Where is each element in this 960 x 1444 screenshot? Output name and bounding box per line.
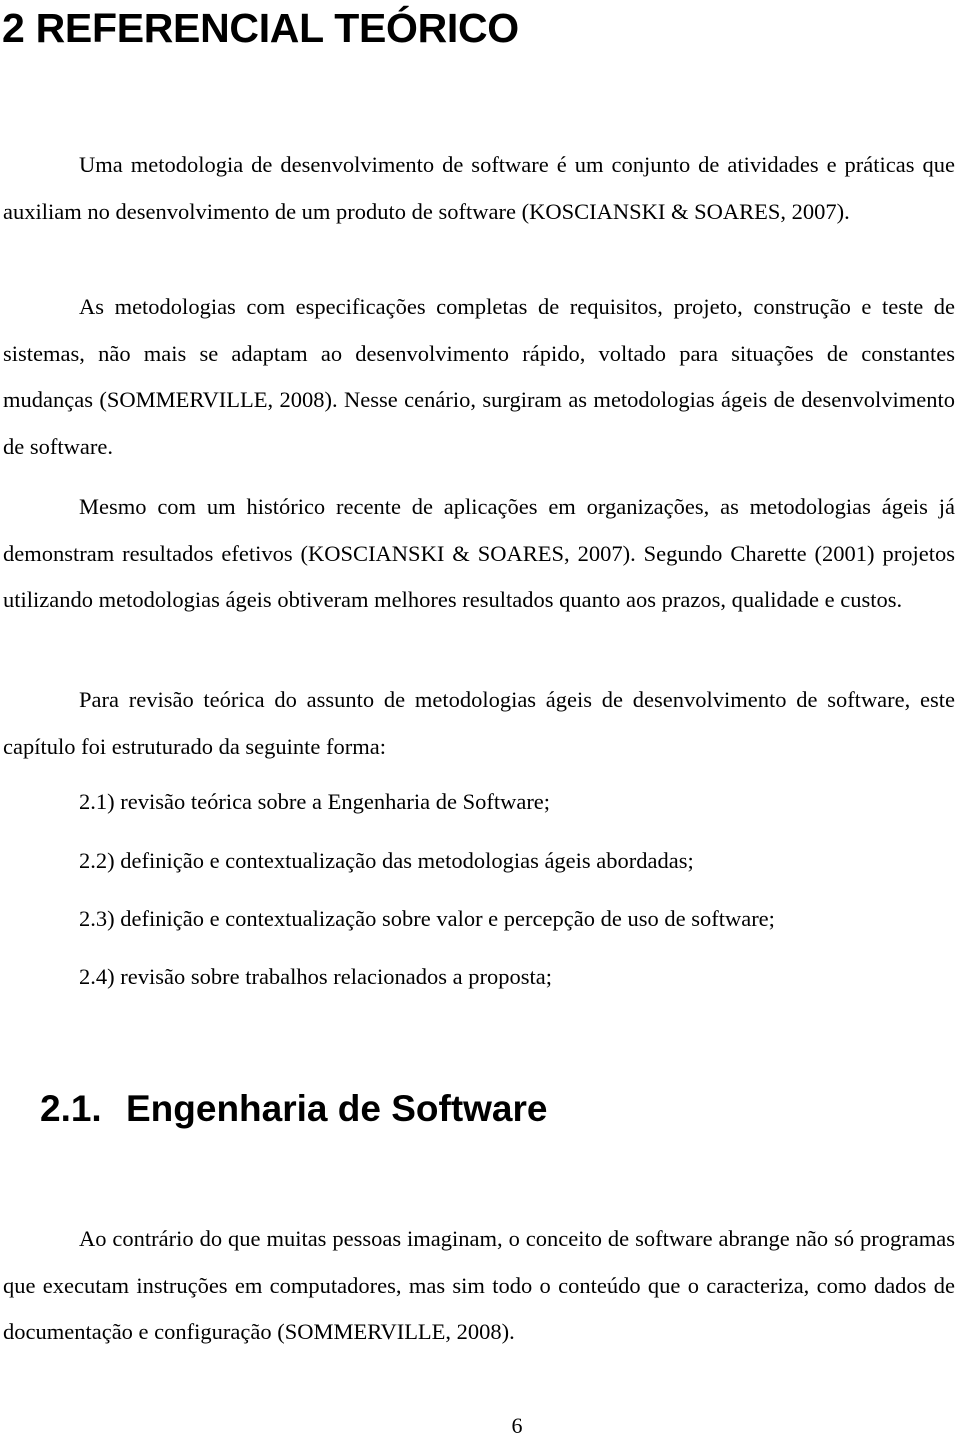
list-item: 2.4) revisão sobre trabalhos relacionado… [79, 964, 552, 989]
list-item: 2.1) revisão teórica sobre a Engenharia … [79, 789, 551, 814]
section-number: 2.1. [40, 1088, 102, 1129]
paragraph-software-concept: Ao contrário do que muitas pessoas imagi… [3, 1226, 955, 1344]
paragraph-chapter-structure: Para revisão teórica do assunto de metod… [3, 687, 955, 759]
chapter-heading: 2 REFERENCIAL TEÓRICO [2, 5, 519, 51]
list-item: 2.3) definição e contextualização sobre … [79, 906, 775, 931]
page-number: 6 [511, 1413, 523, 1438]
paragraph-agile-results: Mesmo com um histórico recente de aplica… [3, 494, 955, 612]
section-heading: 2.1. Engenharia de Software [40, 1086, 548, 1132]
paragraph-traditional-methodologies: As metodologias com especificações compl… [3, 294, 955, 459]
list-item: 2.2) definição e contextualização das me… [79, 848, 694, 873]
section-title: Engenharia de Software [126, 1088, 548, 1129]
paragraph-intro: Uma metodologia de desenvolvimento de so… [3, 152, 955, 224]
